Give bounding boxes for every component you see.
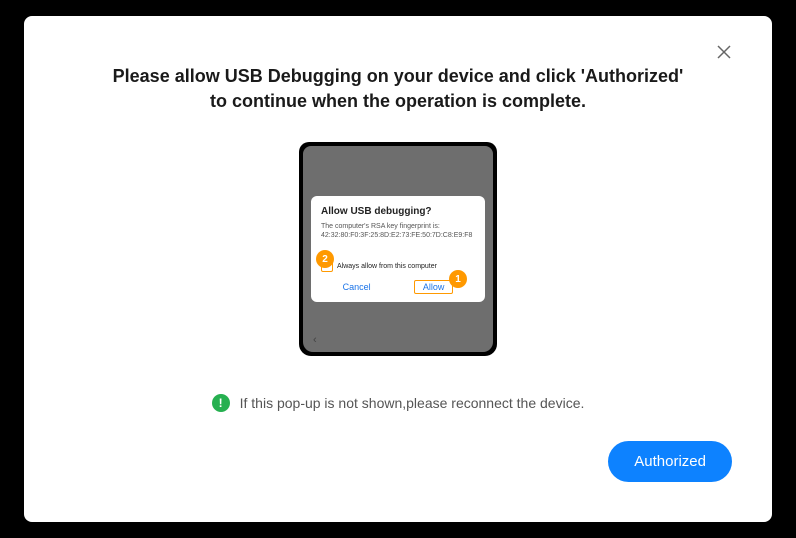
phone-illustration: Allow USB debugging? The computer's RSA … bbox=[64, 142, 732, 356]
always-allow-row: Always allow from this computer bbox=[321, 260, 475, 272]
warning-row: ! If this pop-up is not shown,please rec… bbox=[64, 394, 732, 412]
dialog-allow: Allow bbox=[414, 280, 454, 294]
exclamation-icon: ! bbox=[212, 394, 230, 412]
rsa-fingerprint: 42:32:80:F0:3F:25:8D:E2:73:FE:50:7D:C8:E… bbox=[321, 232, 475, 240]
dialog-cancel: Cancel bbox=[343, 282, 371, 292]
authorization-modal: Please allow USB Debugging on your devic… bbox=[24, 16, 772, 522]
warning-text: If this pop-up is not shown,please recon… bbox=[240, 395, 585, 411]
modal-title: Please allow USB Debugging on your devic… bbox=[108, 64, 688, 114]
phone-screen: Allow USB debugging? The computer's RSA … bbox=[303, 146, 493, 352]
dialog-title: Allow USB debugging? bbox=[321, 206, 475, 217]
dialog-subtitle: The computer's RSA key fingerprint is: bbox=[321, 223, 475, 231]
authorized-button[interactable]: Authorized bbox=[608, 441, 732, 482]
phone-frame: Allow USB debugging? The computer's RSA … bbox=[299, 142, 497, 356]
close-icon[interactable] bbox=[716, 44, 732, 60]
checkbox-label: Always allow from this computer bbox=[337, 263, 437, 270]
back-chevron-icon: ‹ bbox=[313, 334, 317, 346]
